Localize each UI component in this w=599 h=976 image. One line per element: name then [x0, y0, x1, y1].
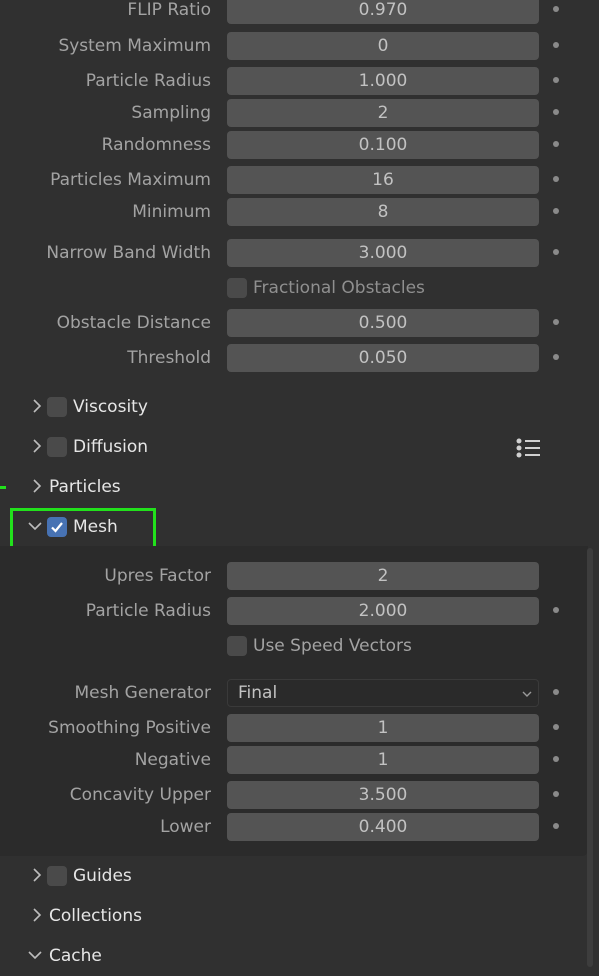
minimum-row: Minimum 8 — [0, 198, 599, 226]
concavity-upper-row: Concavity Upper 3.500 — [0, 781, 599, 809]
edge-marker — [0, 486, 6, 489]
minimum-field[interactable]: 8 — [227, 198, 539, 226]
keyframe-dot-icon[interactable] — [553, 176, 559, 182]
upres-factor-field[interactable]: 2 — [227, 562, 539, 590]
keyframe-dot-icon[interactable] — [553, 208, 559, 214]
minimum-label: Minimum — [132, 202, 211, 222]
diffusion-title: Diffusion — [73, 437, 149, 457]
obstacle-distance-label: Obstacle Distance — [56, 313, 211, 333]
particles-maximum-label: Particles Maximum — [50, 170, 211, 190]
concavity-upper-label: Concavity Upper — [69, 785, 211, 805]
use-speed-vectors-label: Use Speed Vectors — [253, 636, 412, 656]
fractional-obstacles-label: Fractional Obstacles — [253, 278, 425, 298]
use-speed-vectors-checkbox[interactable] — [227, 636, 247, 656]
threshold-field[interactable]: 0.050 — [227, 344, 539, 372]
keyframe-dot-icon[interactable] — [553, 756, 559, 762]
chevron-down-icon[interactable] — [26, 948, 44, 962]
mesh-generator-value: Final — [238, 683, 278, 703]
guides-title: Guides — [73, 866, 132, 886]
keyframe-dot-icon[interactable] — [553, 354, 559, 360]
keyframe-dot-icon[interactable] — [553, 249, 559, 255]
lower-row: Lower 0.400 — [0, 813, 599, 841]
smoothing-positive-label: Smoothing Positive — [48, 718, 211, 738]
chevron-down-icon — [522, 691, 532, 697]
cache-title: Cache — [49, 946, 102, 966]
mesh-particle-radius-row: Particle Radius 2.000 — [0, 597, 599, 625]
lower-label: Lower — [160, 817, 211, 837]
mesh-generator-label: Mesh Generator — [74, 683, 212, 703]
smoothing-positive-field[interactable]: 1 — [227, 714, 539, 742]
threshold-row: Threshold 0.050 — [0, 344, 599, 372]
randomness-label: Randomness — [101, 135, 211, 155]
keyframe-dot-icon[interactable] — [553, 77, 559, 83]
keyframe-dot-icon[interactable] — [553, 42, 559, 48]
narrow-band-width-field[interactable]: 3.000 — [227, 239, 539, 267]
chevron-right-icon[interactable] — [30, 437, 44, 455]
keyframe-dot-icon[interactable] — [553, 109, 559, 115]
keyframe-dot-icon[interactable] — [553, 607, 559, 613]
guides-checkbox[interactable] — [47, 866, 67, 886]
panel-cache[interactable]: Cache — [0, 936, 599, 976]
chevron-right-icon[interactable] — [30, 866, 44, 884]
sampling-field[interactable]: 2 — [227, 99, 539, 127]
concavity-upper-field[interactable]: 3.500 — [227, 781, 539, 809]
keyframe-dot-icon[interactable] — [553, 791, 559, 797]
particles-maximum-row: Particles Maximum 16 — [0, 166, 599, 194]
chevron-right-icon[interactable] — [30, 906, 44, 924]
randomness-row: Randomness 0.100 — [0, 131, 599, 159]
particles-maximum-field[interactable]: 16 — [227, 166, 539, 194]
negative-label: Negative — [134, 750, 211, 770]
keyframe-dot-icon[interactable] — [553, 823, 559, 829]
mesh-particle-radius-field[interactable]: 2.000 — [227, 597, 539, 625]
chevron-right-icon[interactable] — [30, 397, 44, 415]
flip-ratio-field[interactable]: 0.970 — [227, 0, 539, 24]
use-speed-vectors-row: Use Speed Vectors — [0, 632, 599, 660]
system-maximum-field[interactable]: 0 — [227, 32, 539, 60]
system-maximum-label: System Maximum — [58, 36, 211, 56]
particles-title: Particles — [49, 477, 121, 497]
flip-ratio-row: FLIP Ratio 0.970 — [0, 0, 599, 24]
panel-viscosity[interactable]: Viscosity — [0, 387, 599, 427]
system-maximum-row: System Maximum 0 — [0, 32, 599, 60]
smoothing-positive-row: Smoothing Positive 1 — [0, 714, 599, 742]
obstacle-distance-field[interactable]: 0.500 — [227, 309, 539, 337]
diffusion-checkbox[interactable] — [47, 437, 67, 457]
keyframe-dot-icon[interactable] — [553, 141, 559, 147]
keyframe-dot-icon[interactable] — [553, 319, 559, 325]
sampling-row: Sampling 2 — [0, 99, 599, 127]
narrow-band-width-label: Narrow Band Width — [46, 243, 211, 263]
presets-list-icon[interactable] — [514, 436, 542, 460]
negative-row: Negative 1 — [0, 746, 599, 774]
particle-radius-row: Particle Radius 1.000 — [0, 67, 599, 95]
keyframe-dot-icon[interactable] — [553, 689, 559, 695]
randomness-field[interactable]: 0.100 — [227, 131, 539, 159]
negative-field[interactable]: 1 — [227, 746, 539, 774]
upres-factor-row: Upres Factor 2 — [0, 562, 599, 590]
sampling-label: Sampling — [131, 103, 211, 123]
panel-guides[interactable]: Guides — [0, 856, 599, 896]
viscosity-title: Viscosity — [73, 397, 148, 417]
lower-field[interactable]: 0.400 — [227, 813, 539, 841]
keyframe-dot-icon[interactable] — [553, 724, 559, 730]
flip-ratio-label: FLIP Ratio — [127, 0, 211, 20]
collections-title: Collections — [49, 906, 142, 926]
upres-factor-label: Upres Factor — [104, 566, 211, 586]
mesh-generator-row: Mesh Generator Final — [0, 679, 599, 707]
threshold-label: Threshold — [127, 348, 211, 368]
narrow-band-width-row: Narrow Band Width 3.000 — [0, 239, 599, 267]
obstacle-distance-row: Obstacle Distance 0.500 — [0, 309, 599, 337]
panel-collections[interactable]: Collections — [0, 896, 599, 936]
fractional-obstacles-row: Fractional Obstacles — [0, 274, 599, 302]
panel-particles[interactable]: Particles — [0, 467, 599, 507]
keyframe-dot-icon[interactable] — [553, 6, 559, 12]
viscosity-checkbox[interactable] — [47, 397, 67, 417]
mesh-particle-radius-label: Particle Radius — [85, 601, 211, 621]
particle-radius-label: Particle Radius — [85, 71, 211, 91]
mesh-generator-dropdown[interactable]: Final — [227, 679, 539, 707]
particle-radius-field[interactable]: 1.000 — [227, 67, 539, 95]
fractional-obstacles-checkbox[interactable] — [227, 278, 247, 298]
chevron-right-icon[interactable] — [30, 477, 44, 495]
panel-diffusion[interactable]: Diffusion — [0, 427, 599, 467]
